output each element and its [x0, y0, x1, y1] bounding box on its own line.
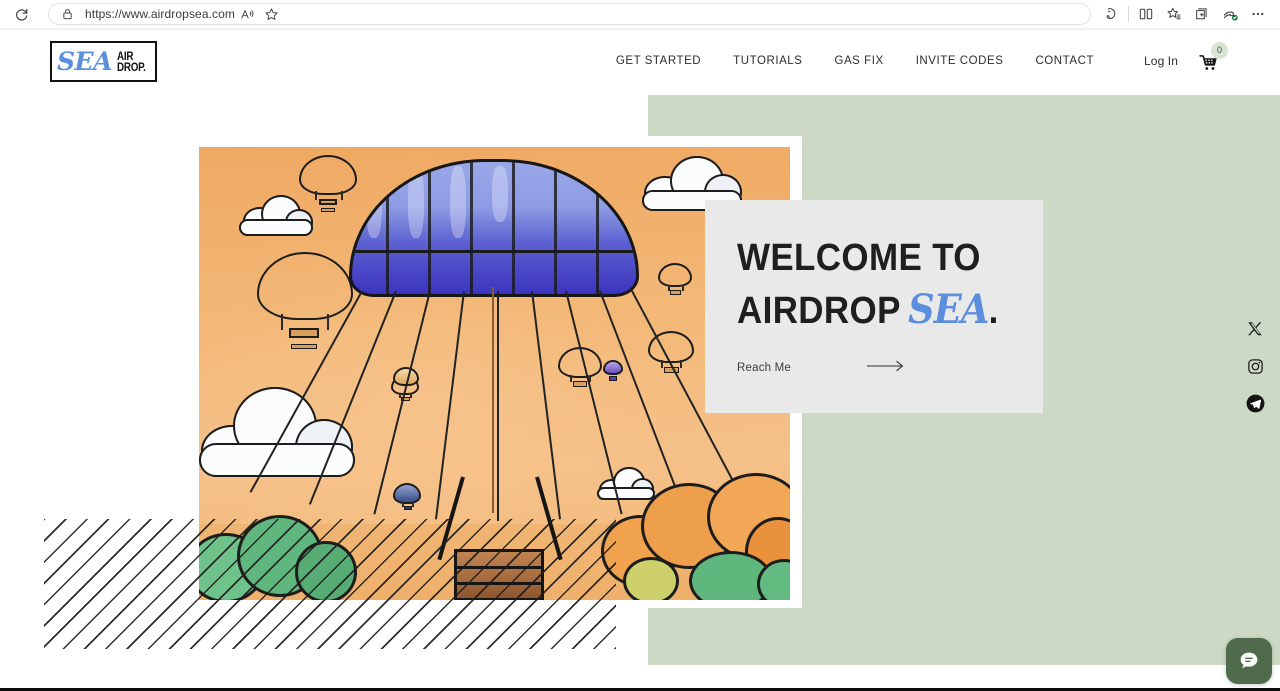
arrow-right-icon [867, 359, 905, 377]
nav-item-tutorials[interactable]: TUTORIALS [717, 28, 818, 94]
x-twitter-icon[interactable] [1244, 318, 1266, 340]
address-bar[interactable]: https://www.airdropsea.com [48, 3, 1091, 25]
welcome-card: WELCOME TO AIRDROP SEA. Reach Me [705, 200, 1043, 413]
instagram-icon[interactable] [1244, 355, 1266, 377]
hot-air-balloon [648, 331, 694, 379]
site-header: SEA AIR DROP. GET STARTED TUTORIALS GAS … [0, 28, 1280, 94]
tree-shape [597, 473, 790, 600]
cloud-shape [199, 385, 359, 477]
copilot-icon[interactable] [1097, 1, 1125, 27]
read-aloud-icon[interactable] [235, 2, 259, 26]
main-navigation: GET STARTED TUTORIALS GAS FIX INVITE COD… [600, 28, 1228, 94]
favorites-list-icon[interactable] [1160, 1, 1188, 27]
parachute-canopy [349, 159, 639, 297]
hot-air-balloon [257, 252, 353, 352]
site-logo[interactable]: SEA AIR DROP. [50, 41, 157, 82]
logo-brand-text: SEA [57, 47, 113, 76]
address-bar-text: https://www.airdropsea.com [85, 7, 235, 21]
cart-count-badge: 0 [1211, 42, 1228, 59]
collections-icon[interactable] [1188, 1, 1216, 27]
cart-button[interactable]: 0 [1192, 42, 1228, 76]
split-screen-icon[interactable] [1132, 1, 1160, 27]
nav-item-contact[interactable]: CONTACT [1019, 28, 1110, 94]
login-link[interactable]: Log In [1110, 28, 1192, 94]
more-options-icon[interactable] [1244, 1, 1272, 27]
social-links-rail [1238, 318, 1272, 414]
toolbar-divider [1128, 6, 1129, 22]
browser-toolbar: https://www.airdropsea.com [0, 0, 1280, 28]
browser-actions [1097, 1, 1272, 27]
welcome-headline-line2: AIRDROP SEA. [737, 284, 1019, 337]
telegram-icon[interactable] [1244, 392, 1266, 414]
welcome-headline-brand: SEA [908, 286, 989, 333]
chat-widget-button[interactable] [1226, 638, 1272, 684]
web-page: SEA AIR DROP. GET STARTED TUTORIALS GAS … [0, 28, 1280, 688]
reach-me-link[interactable]: Reach Me [737, 359, 905, 377]
lock-icon [59, 6, 75, 22]
star-icon[interactable] [259, 2, 283, 26]
nav-item-gas-fix[interactable]: GAS FIX [818, 28, 899, 94]
reach-me-label: Reach Me [737, 362, 792, 374]
logo-line-drop: DROP. [117, 59, 146, 74]
welcome-headline-airdrop: AIRDROP [737, 290, 901, 332]
welcome-headline-line1: WELCOME TO [737, 237, 981, 279]
nav-item-get-started[interactable]: GET STARTED [600, 28, 717, 94]
hot-air-balloon [658, 263, 692, 301]
hatch-decoration [44, 519, 616, 649]
browser-essentials-icon[interactable] [1216, 1, 1244, 27]
chat-bubble-icon [1240, 652, 1258, 669]
logo-airdrop-text: AIR DROP. [117, 50, 146, 74]
nav-item-invite-codes[interactable]: INVITE CODES [900, 28, 1020, 94]
welcome-headline-period: . [988, 290, 999, 332]
reload-icon[interactable] [8, 1, 34, 27]
